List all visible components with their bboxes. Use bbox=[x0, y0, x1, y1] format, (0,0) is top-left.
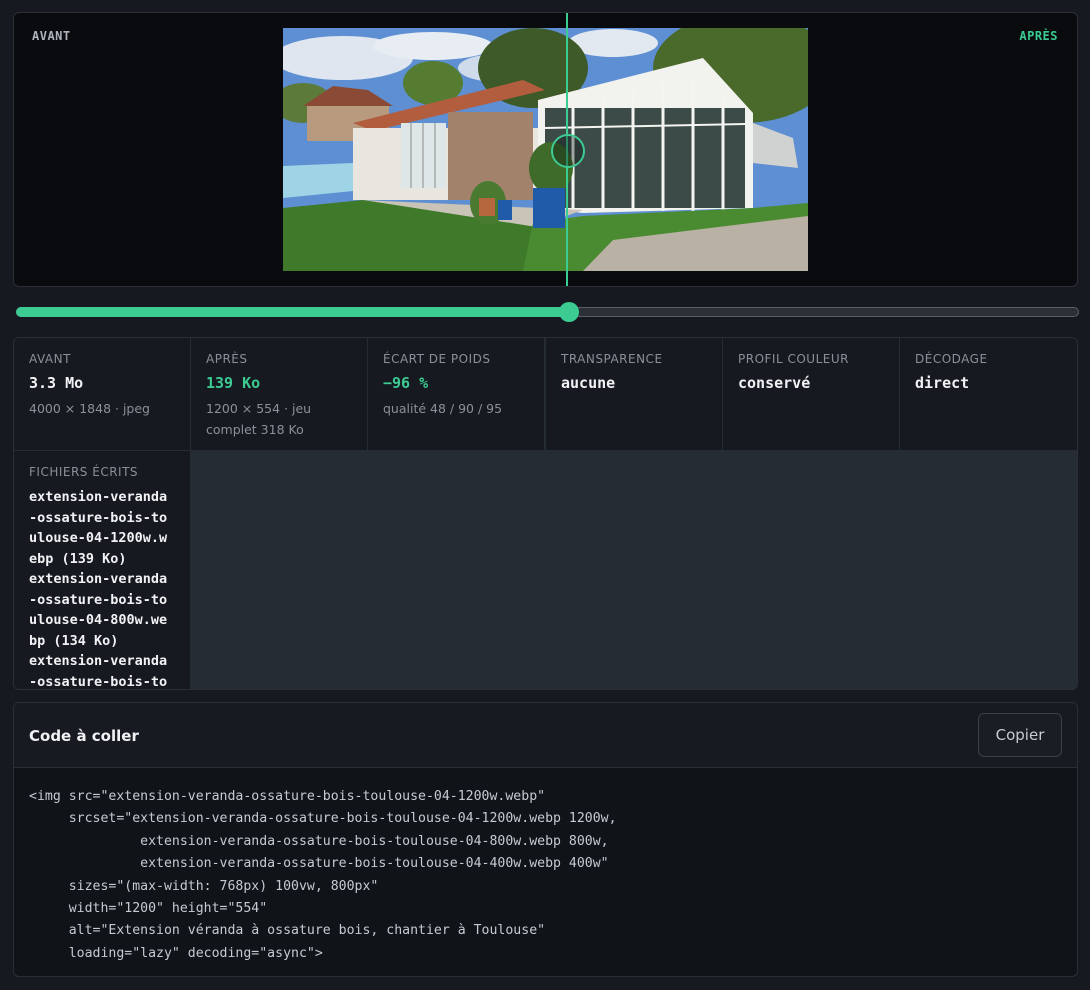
after-label: APRÈS bbox=[1019, 29, 1058, 43]
stat-value: aucune bbox=[561, 374, 616, 392]
stat-label: AVANT bbox=[29, 352, 71, 366]
file-item: extension-veranda-ossature-bois-toulouse… bbox=[29, 571, 168, 649]
stat-label: FICHIERS ÉCRITS bbox=[29, 465, 139, 479]
compare-viewer[interactable]: AVANT APRÈS bbox=[13, 12, 1078, 287]
files-list: extension-veranda-ossature-bois-toulouse… bbox=[29, 487, 175, 690]
code-header: Code à coller Copier bbox=[14, 703, 1077, 768]
file-item: extension-veranda-ossature-bois-toulouse… bbox=[29, 489, 168, 567]
stat-label: DÉCODAGE bbox=[915, 352, 988, 366]
slider-fill bbox=[16, 307, 569, 317]
stats-panel: AVANT 3.3 Mo 4000 × 1848 · jpeg APRÈS 13… bbox=[13, 337, 1078, 690]
stat-value: 3.3 Mo bbox=[29, 374, 84, 392]
stat-label: ÉCART DE POIDS bbox=[383, 352, 491, 366]
stat-value: −96 % bbox=[383, 374, 429, 392]
stat-before: AVANT 3.3 Mo 4000 × 1848 · jpeg bbox=[14, 338, 190, 450]
stat-weight-gap: ÉCART DE POIDS −96 % qualité 48 / 90 / 9… bbox=[368, 338, 544, 450]
stat-value: 139 Ko bbox=[206, 374, 261, 392]
stat-value: direct bbox=[915, 374, 970, 392]
veranda-photo bbox=[283, 28, 808, 271]
code-snippet[interactable]: <img src="extension-veranda-ossature-boi… bbox=[14, 768, 1077, 976]
copy-button[interactable]: Copier bbox=[978, 713, 1062, 757]
stat-value: conservé bbox=[738, 374, 811, 392]
stat-sub: qualité 48 / 90 / 95 bbox=[383, 401, 503, 416]
code-title: Code à coller bbox=[29, 727, 139, 745]
before-label: AVANT bbox=[32, 29, 71, 43]
stat-transparency: TRANSPARENCE aucune bbox=[546, 338, 722, 450]
stat-files-written: FICHIERS ÉCRITS extension-veranda-ossatu… bbox=[14, 451, 190, 690]
stat-label: PROFIL COULEUR bbox=[738, 352, 849, 366]
stat-sub: 1200 × 554 · jeu complet 318 Ko bbox=[206, 401, 312, 437]
file-item: extension-veranda-ossature-bois-toulouse… bbox=[29, 653, 168, 690]
stat-label: TRANSPARENCE bbox=[561, 352, 663, 366]
slider-thumb[interactable] bbox=[558, 302, 579, 322]
stat-color-profile: PROFIL COULEUR conservé bbox=[723, 338, 899, 450]
stat-decoding: DÉCODAGE direct bbox=[900, 338, 1077, 450]
compare-slider[interactable] bbox=[16, 302, 1079, 322]
stat-after: APRÈS 139 Ko 1200 × 554 · jeu complet 31… bbox=[191, 338, 367, 450]
code-panel: Code à coller Copier <img src="extension… bbox=[13, 702, 1078, 977]
split-handle[interactable] bbox=[551, 134, 585, 168]
stat-sub: 4000 × 1848 · jpeg bbox=[29, 401, 150, 416]
stat-label: APRÈS bbox=[206, 352, 248, 366]
